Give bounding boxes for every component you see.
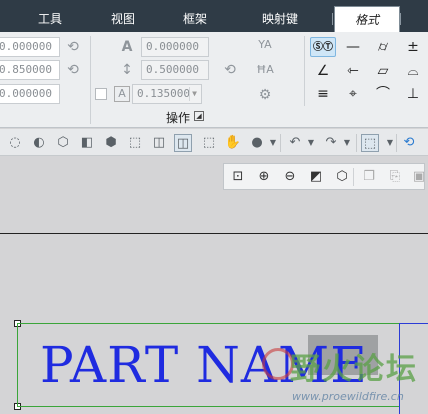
symmetry-symbol-icon[interactable]: ≡ [310,84,336,104]
underline-checkbox[interactable] [95,88,107,100]
flatness-symbol-icon[interactable]: ▱ [370,61,396,81]
cube-active-icon[interactable]: ◫ [174,134,192,152]
text-height-field[interactable]: 0.000000 [0,37,60,57]
char-spacing-value: 0.135000 [137,87,190,100]
toolbar-separator [353,168,354,186]
shaded-icon[interactable]: ◐ [30,134,48,152]
refresh-icon[interactable]: ⟲ [64,62,82,78]
graphics-toolbar: ◌ ◐ ⬡ ◧ ⬢ ⬚ ◫ ◫ ⬚ ✋ ● ▼ ↶ ▼ ↷ ▼ ⬚ ▼ ⟲ [0,129,428,156]
drawing-border-line [0,233,428,234]
profile-surface-symbol-icon[interactable]: ⌓ [400,61,426,81]
symbol-icon[interactable]: ⚙ [256,87,274,103]
toolbar-separator [396,134,397,152]
profile-line-symbol-icon[interactable]: ⌒ [370,84,396,104]
zoom-in-icon[interactable]: ⊕ [255,168,273,186]
plus-minus-symbol-icon[interactable]: ± [400,37,426,57]
select-box-icon[interactable]: ⬚ [200,134,218,152]
cylindricity-symbol-icon[interactable]: ⌭ [370,37,396,57]
tab-separator [332,13,333,25]
toolbar-separator [280,134,281,152]
straightness-symbol-icon[interactable]: — [340,37,366,57]
slant-angle-field[interactable]: 0.000000 [0,84,60,104]
refresh-icon[interactable]: ⟲ [221,62,239,78]
view-toolbar: ⊡ ⊕ ⊖ ◩ ⬡ ❐ ⎘ ▣ [223,163,425,190]
group-separator [90,36,91,124]
tab-mapkeys[interactable]: 映射键 [252,6,308,32]
tab-tools[interactable]: 工具 [28,6,72,32]
watermark: 野火论坛 www.proewildfire.cn [262,342,428,412]
watermark-text: 野火论坛 [290,352,418,387]
group-label-operations: 操作 [166,111,191,125]
tab-separator [400,13,401,25]
group-launcher-icon[interactable]: ◢ [194,111,204,121]
wireframe-icon[interactable]: ⬚ [126,134,144,152]
hidden-line-icon[interactable]: ⬡ [54,134,72,152]
text-angle-icon: A [121,39,133,55]
ribbon-tab-bar: 工具 视图 框架 映射键 格式 [0,0,428,32]
position-symbol-icon[interactable]: ⌖ [340,84,366,104]
pan-hand-icon[interactable]: ✋ [224,134,242,152]
angle-field[interactable]: 0.000000 [141,37,209,57]
group-separator [304,36,305,106]
tab-format[interactable]: 格式 [334,6,400,32]
watermark-url: www.proewildfire.cn [292,390,404,403]
chevron-down-icon[interactable]: ▼ [189,87,199,101]
repaint-icon[interactable]: ◩ [307,168,325,186]
line-spacing-field[interactable]: 0.500000 [141,60,209,80]
annotation-display-icon[interactable]: ▣ [410,168,428,186]
perpendicularity-symbol-icon[interactable]: ⊥ [400,84,426,104]
cube-icon[interactable]: ◫ [150,134,168,152]
shape-icon[interactable]: ◌ [6,134,24,152]
regenerate-icon[interactable]: ⟲ [400,134,418,152]
layers-icon[interactable]: ⎘ [386,168,404,186]
title-block-border [399,323,428,324]
zoom-fit-icon[interactable]: ⊡ [229,168,247,186]
dimension-origin-symbol-icon[interactable]: ⇽ [340,61,366,81]
saved-views-icon[interactable]: ❐ [360,168,378,186]
char-spacing-field[interactable]: 0.135000 ▼ [132,84,202,104]
refresh-icon[interactable]: ⟲ [64,39,82,55]
text-style-icon[interactable]: YA [256,37,274,53]
width-factor-field[interactable]: 0.850000 [0,60,60,80]
zoom-out-icon[interactable]: ⊖ [281,168,299,186]
angularity-symbol-icon[interactable]: ∠ [310,61,336,81]
drawing-canvas[interactable]: ⊡ ⊕ ⊖ ◩ ⬡ ❐ ⎘ ▣ PART NAME 野火论坛 www.proew… [0,157,428,414]
display-style-icon[interactable]: ⬡ [333,168,351,186]
box-select-icon[interactable]: ⬚ [361,134,379,152]
statistical-tolerance-symbol-icon[interactable]: ⓈⓉ [310,37,336,57]
toolbar-separator [356,134,357,152]
tab-frame[interactable]: 框架 [172,6,218,32]
box-text-icon: A [114,86,130,102]
line-spacing-icon: ↕ [121,62,133,78]
ribbon-panel: 0.000000 ⟲ 0.850000 ⟲ 0.000000 A 0.00000… [0,32,428,128]
chevron-down-icon[interactable]: ▼ [302,134,320,152]
shaded-edges-icon[interactable]: ◧ [78,134,96,152]
chevron-down-icon[interactable]: ▼ [338,134,356,152]
tab-view[interactable]: 视图 [100,6,146,32]
hyperlink-icon[interactable]: ĦA [256,62,274,78]
no-hidden-icon[interactable]: ⬢ [102,134,120,152]
